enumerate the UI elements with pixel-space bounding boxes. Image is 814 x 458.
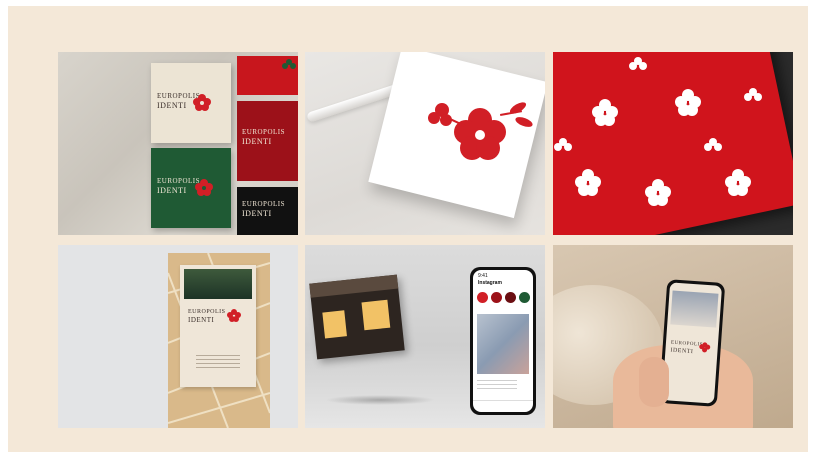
black-card-logo-line1: EUROPOLIS bbox=[242, 200, 286, 208]
red-card-logo-line1: EUROPOLIS bbox=[242, 128, 286, 136]
green-card: EUROPOLIS IDENTI bbox=[151, 148, 231, 228]
phone-mockup-icon: 9:41 Instagram bbox=[470, 267, 536, 415]
roof bbox=[309, 274, 399, 298]
flower-icon bbox=[193, 94, 211, 111]
story-1[interactable] bbox=[477, 292, 488, 303]
swatch-dark-red-card: EUROPOLIS IDENTI bbox=[237, 101, 298, 181]
window-right bbox=[361, 299, 391, 331]
phone-tab-bar bbox=[473, 400, 533, 412]
tile-poster-stand: EUROPOLIS IDENTI bbox=[58, 245, 298, 428]
house-photo bbox=[309, 274, 405, 360]
poster-photo bbox=[184, 269, 252, 299]
tile-paper-flower bbox=[305, 52, 545, 235]
flower-icon bbox=[227, 309, 241, 322]
story-row bbox=[477, 292, 530, 304]
flower-icon bbox=[428, 102, 533, 160]
window-left bbox=[322, 310, 347, 339]
swatch-black-card: EUROPOLIS IDENTI bbox=[237, 187, 298, 235]
tile-red-pattern bbox=[553, 52, 793, 235]
flower-pattern bbox=[554, 57, 762, 206]
screen-photo bbox=[670, 290, 719, 328]
tile-hand-phone: EUROPOLIS IDENTI bbox=[553, 245, 793, 428]
moodboard-frame: EUROPOLIS IDENTI EUROPOLIS IDENTI EUROPO… bbox=[8, 6, 808, 452]
story-2[interactable] bbox=[491, 292, 502, 303]
poster-text-lines bbox=[196, 355, 240, 369]
flower-icon bbox=[282, 59, 296, 69]
red-card-logo-line2: IDENTI bbox=[242, 137, 272, 146]
phone-screen: 9:41 Instagram bbox=[473, 270, 533, 412]
tile-social-mockup: 9:41 Instagram bbox=[305, 245, 545, 428]
social-header: Instagram bbox=[478, 280, 502, 286]
screen-logo-line2: IDENTI bbox=[670, 347, 694, 356]
feed-post-image bbox=[477, 314, 529, 374]
feed-caption-lines bbox=[477, 380, 517, 390]
phone-screen: EUROPOLIS IDENTI bbox=[661, 282, 723, 404]
social-time: 9:41 bbox=[478, 273, 488, 279]
flower-icon bbox=[699, 342, 711, 353]
tile-business-cards: EUROPOLIS IDENTI EUROPOLIS IDENTI EUROPO… bbox=[58, 52, 298, 235]
cream-card: EUROPOLIS IDENTI bbox=[151, 63, 231, 143]
mockup-grid: EUROPOLIS IDENTI EUROPOLIS IDENTI EUROPO… bbox=[58, 52, 798, 428]
poster-logo-line2: IDENTI bbox=[188, 316, 215, 324]
cream-card-logo-line2: IDENTI bbox=[157, 101, 187, 110]
story-4[interactable] bbox=[519, 292, 530, 303]
green-card-logo-line2: IDENTI bbox=[157, 186, 187, 195]
shadow bbox=[325, 395, 435, 405]
flower-icon bbox=[195, 179, 213, 196]
fingers bbox=[639, 357, 669, 407]
black-card-logo-line2: IDENTI bbox=[242, 209, 272, 218]
poster-logo-line1: EUROPOLIS bbox=[188, 309, 226, 315]
poster: EUROPOLIS IDENTI bbox=[180, 265, 256, 387]
story-3[interactable] bbox=[505, 292, 516, 303]
swatch-red bbox=[237, 56, 298, 95]
